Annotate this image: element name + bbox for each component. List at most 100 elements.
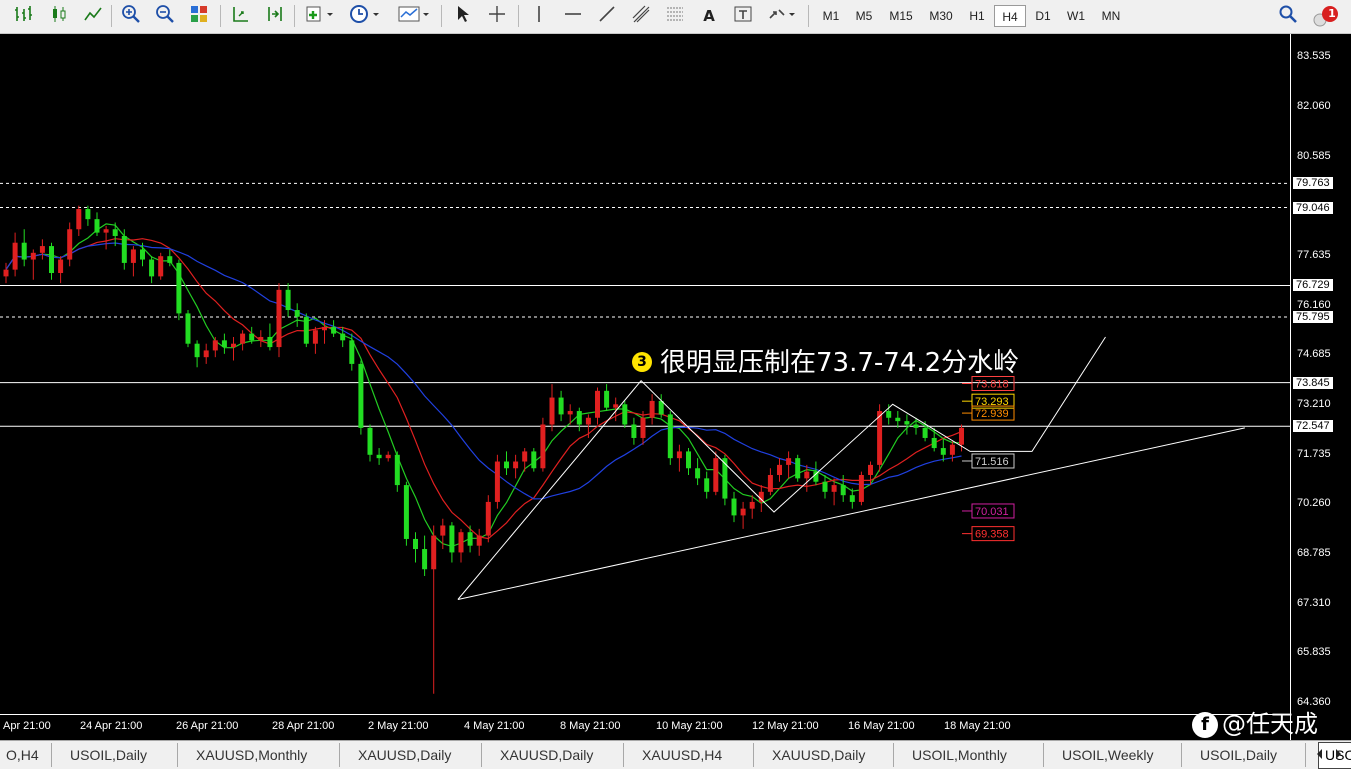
- annotation-text: 很明显压制在73.7-74.2分水岭: [660, 348, 1020, 378]
- timeframe-m30[interactable]: M30: [922, 5, 960, 27]
- time-tick-label: Apr 21:00: [3, 720, 51, 732]
- candle-body: [149, 259, 155, 277]
- timeframe-m5[interactable]: M5: [848, 5, 880, 27]
- cursor-icon[interactable]: [450, 4, 476, 28]
- candle-body: [422, 549, 428, 570]
- time-tick-label: 24 Apr 21:00: [80, 720, 143, 732]
- candle-body: [349, 340, 355, 364]
- candle-body: [103, 229, 109, 233]
- tab-o-h4[interactable]: O,H4: [0, 743, 52, 767]
- time-tick-label: 10 May 21:00: [656, 720, 723, 732]
- candle-body: [94, 219, 100, 233]
- candle-body: [376, 454, 382, 459]
- trendline-icon[interactable]: [594, 4, 620, 28]
- candlestick-icon[interactable]: [46, 4, 72, 28]
- candle-body: [904, 421, 910, 425]
- candle-body: [531, 451, 537, 469]
- candle-body: [67, 229, 73, 260]
- zoom-in-icon[interactable]: [118, 4, 144, 28]
- candle-body: [322, 326, 327, 331]
- bar-chart-icon[interactable]: [10, 4, 36, 28]
- candle-body: [740, 508, 746, 516]
- price-tick-label: 67.310: [1297, 596, 1331, 609]
- vertical-line-icon[interactable]: [526, 4, 552, 28]
- price-level-label: 75.795: [1293, 310, 1333, 323]
- tab-xauusd-monthly[interactable]: XAUUSD,Monthly: [190, 743, 340, 767]
- chart-shift-icon[interactable]: [228, 4, 254, 28]
- timeframe-w1[interactable]: W1: [1060, 5, 1092, 27]
- price-level-label: 79.763: [1293, 177, 1333, 190]
- tab-usoil-monthly[interactable]: USOIL,Monthly: [906, 743, 1044, 767]
- time-tick-label: 4 May 21:00: [464, 720, 525, 732]
- chart-window[interactable]: 73.818 73.293 72.939 71.516 70.031 69.358 3 很…: [0, 34, 1351, 740]
- timeframe-d1[interactable]: D1: [1028, 5, 1058, 27]
- tab-scroll-left-icon[interactable]: [1312, 746, 1328, 762]
- crosshair-icon[interactable]: [484, 4, 510, 28]
- tile-windows-icon[interactable]: [186, 4, 212, 28]
- candle-body: [285, 289, 291, 311]
- candle-body: [767, 474, 773, 492]
- candle-body: [549, 397, 555, 425]
- price-level-label: 73.845: [1293, 376, 1333, 389]
- candle-body: [358, 363, 364, 428]
- tab-xauusd-daily[interactable]: XAUUSD,Daily: [494, 743, 624, 767]
- price-level-label: 79.046: [1293, 201, 1333, 214]
- add-indicator-icon[interactable]: [302, 4, 338, 28]
- candle-body: [558, 397, 564, 415]
- candle-body: [567, 411, 573, 415]
- arrows-icon[interactable]: [764, 4, 800, 28]
- candle-body: [494, 461, 500, 502]
- periods-clock-icon[interactable]: [346, 4, 384, 28]
- candle-body: [367, 427, 373, 455]
- candle-body: [704, 478, 710, 492]
- candle-body: [212, 340, 218, 351]
- candle-body: [540, 424, 546, 469]
- indicator-label: 72.939: [975, 408, 1009, 420]
- tab-usoil-daily[interactable]: USOIL,Daily: [1194, 743, 1306, 767]
- timeframe-m15[interactable]: M15: [882, 5, 920, 27]
- timeframe-m1[interactable]: M1: [816, 5, 846, 27]
- notifications-icon[interactable]: 1: [1308, 4, 1344, 28]
- tab-scroll-right-icon[interactable]: [1330, 746, 1346, 762]
- text-label-icon[interactable]: [730, 4, 756, 28]
- tab-xauusd-daily[interactable]: XAUUSD,Daily: [352, 743, 482, 767]
- tab-xauusd-h4[interactable]: XAUUSD,H4: [636, 743, 754, 767]
- candle-body: [613, 404, 619, 408]
- candle-body: [85, 209, 91, 220]
- search-icon[interactable]: [1276, 4, 1300, 28]
- timeframe-mn[interactable]: MN: [1094, 5, 1128, 27]
- equidistant-channel-icon[interactable]: [628, 4, 654, 28]
- time-axis[interactable]: Apr 21:00 24 Apr 21:00 26 Apr 21:00 28 Apr …: [0, 714, 1290, 740]
- candle-body: [940, 448, 946, 455]
- timeframe-h4[interactable]: H4: [994, 5, 1026, 27]
- timeframe-h1[interactable]: H1: [962, 5, 992, 27]
- line-chart-icon[interactable]: [80, 4, 106, 28]
- fibonacci-icon[interactable]: [662, 4, 688, 28]
- candle-body: [440, 525, 446, 536]
- tab-usoil-weekly[interactable]: USOIL,Weekly: [1056, 743, 1182, 767]
- tab-xauusd-daily[interactable]: XAUUSD,Daily: [766, 743, 894, 767]
- text-tool-button[interactable]: A: [696, 4, 722, 28]
- price-axis[interactable]: 83.535 82.060 80.585 77.635 76.160 74.685 73.2…: [1290, 34, 1351, 740]
- annotation-badge: 3: [632, 352, 652, 372]
- horizontal-line-icon[interactable]: [560, 4, 586, 28]
- candle-body: [795, 458, 801, 479]
- candle-body: [849, 495, 855, 502]
- candle-body: [622, 404, 628, 425]
- autoscroll-icon[interactable]: [262, 4, 288, 28]
- time-tick-label: 2 May 21:00: [368, 720, 429, 732]
- candle-body: [303, 316, 309, 344]
- price-chart[interactable]: 73.81873.29372.93971.51670.03169.358: [0, 34, 1290, 714]
- candle-body: [158, 256, 164, 277]
- candle-body: [12, 242, 18, 270]
- zoom-out-icon[interactable]: [152, 4, 178, 28]
- candle-body: [276, 289, 282, 348]
- tab-usoil-daily[interactable]: USOIL,Daily: [64, 743, 178, 767]
- price-tick-label: 80.585: [1297, 149, 1331, 162]
- indicator-label: 73.818: [975, 378, 1009, 390]
- candle-body: [130, 249, 136, 263]
- candle-body: [959, 427, 964, 445]
- templates-icon[interactable]: [394, 4, 434, 28]
- candle-body: [394, 454, 400, 486]
- candle-body: [631, 424, 637, 438]
